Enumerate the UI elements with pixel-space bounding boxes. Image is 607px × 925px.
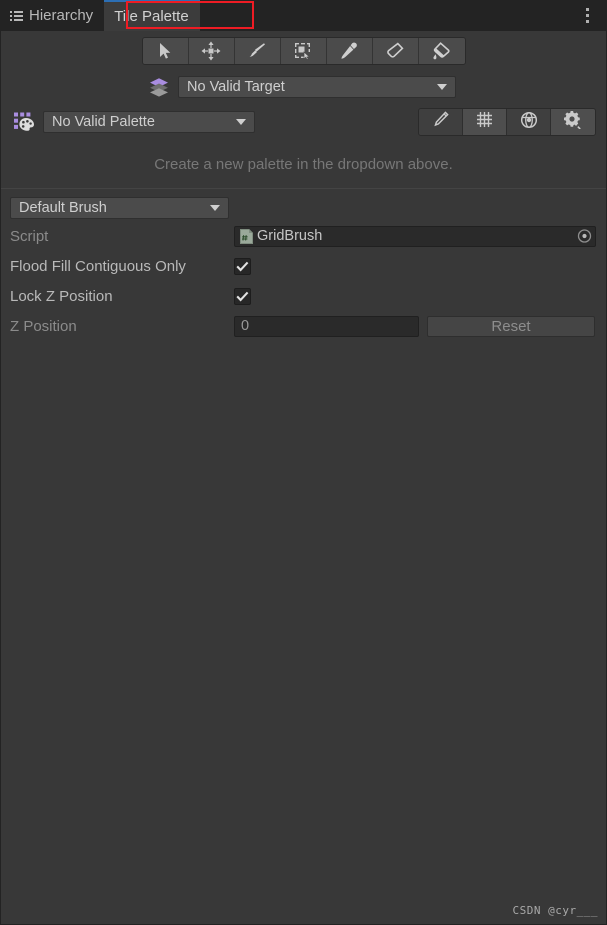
brush-selector-row: Default Brush [1, 195, 606, 221]
erase-tool-button[interactable] [372, 37, 419, 64]
check-icon [236, 291, 249, 302]
tool-row [1, 31, 606, 70]
tilemap-layers-icon [148, 77, 170, 97]
tab-tile-palette-label: Tile Palette [114, 8, 189, 25]
cs-script-icon [240, 228, 253, 244]
chevron-down-icon [437, 84, 447, 90]
tile-palette-icon [13, 111, 35, 133]
field-row-flood-fill: Flood Fill Contiguous Only [1, 251, 606, 281]
z-position-input[interactable]: 0 [234, 315, 419, 337]
z-position-reset-button[interactable]: Reset [427, 315, 595, 337]
settings-button[interactable] [551, 109, 595, 135]
edit-palette-button[interactable] [419, 109, 463, 135]
lock-z-checkbox[interactable] [234, 287, 251, 305]
palette-row: No Valid Palette [1, 104, 606, 140]
lock-z-label: Lock Z Position [10, 287, 113, 305]
box-fill-tool-button[interactable] [280, 37, 327, 64]
tool-strip [141, 36, 466, 65]
picker-tool-button[interactable] [326, 37, 373, 64]
tab-hierarchy[interactable]: Hierarchy [0, 0, 105, 31]
script-label: Script [10, 227, 49, 245]
paint-bucket-icon [432, 41, 451, 60]
grid-toggle-button[interactable] [463, 109, 507, 135]
gizmo-globe-icon [520, 111, 538, 134]
grid-icon [476, 111, 493, 133]
panel-body: No Valid Target No Valid Palette Create … [0, 31, 607, 925]
fill-tool-button[interactable] [418, 37, 465, 64]
script-object-value: GridBrush [257, 228, 323, 244]
brush-inspector: Default Brush Script GridBrush Flood Fil… [1, 189, 606, 341]
hierarchy-icon [10, 10, 23, 22]
gizmos-button[interactable] [507, 109, 551, 135]
eraser-icon [386, 42, 404, 60]
watermark: CSDN @cyr___ [512, 904, 598, 917]
tile-palette-window: Hierarchy Tile Palette No Valid Target N… [0, 0, 607, 925]
brush-dropdown-value: Default Brush [19, 200, 107, 216]
brush-dropdown[interactable]: Default Brush [10, 197, 229, 219]
target-dropdown-value: No Valid Target [187, 79, 285, 95]
field-row-z-position: Z Position 0 Reset [1, 311, 606, 341]
z-position-value: 0 [241, 318, 250, 334]
empty-palette-hint: Create a new palette in the dropdown abo… [154, 155, 453, 173]
kebab-menu-icon[interactable] [577, 0, 597, 31]
flood-fill-checkbox[interactable] [234, 257, 251, 275]
tab-bar: Hierarchy Tile Palette [0, 0, 607, 31]
tab-tile-palette[interactable]: Tile Palette [104, 0, 200, 31]
box-select-icon [294, 42, 312, 60]
field-row-script: Script GridBrush [1, 221, 606, 251]
palette-dropdown-value: No Valid Palette [52, 114, 155, 130]
palette-dropdown[interactable]: No Valid Palette [43, 111, 255, 133]
object-picker-icon[interactable] [577, 229, 592, 244]
check-icon [236, 261, 249, 272]
move-arrows-icon [201, 41, 221, 61]
paintbrush-icon [248, 42, 266, 60]
gear-icon [563, 110, 582, 134]
reset-button-label: Reset [491, 317, 531, 335]
chevron-down-icon [210, 205, 220, 211]
script-object-field[interactable]: GridBrush [234, 225, 596, 247]
flood-fill-label: Flood Fill Contiguous Only [10, 257, 186, 275]
z-position-label: Z Position [10, 317, 77, 335]
select-tool-button[interactable] [142, 37, 189, 64]
field-row-lock-z: Lock Z Position [1, 281, 606, 311]
pencil-icon [432, 111, 449, 133]
target-dropdown[interactable]: No Valid Target [178, 76, 456, 98]
cursor-arrow-icon [157, 42, 173, 60]
chevron-down-icon [236, 119, 246, 125]
empty-palette-hint-area: Create a new palette in the dropdown abo… [1, 140, 606, 188]
eyedropper-icon [340, 42, 358, 60]
tab-hierarchy-label: Hierarchy [29, 7, 94, 24]
palette-tool-strip [418, 108, 596, 136]
target-row: No Valid Target [1, 70, 606, 104]
move-tool-button[interactable] [188, 37, 235, 64]
paint-tool-button[interactable] [234, 37, 281, 64]
